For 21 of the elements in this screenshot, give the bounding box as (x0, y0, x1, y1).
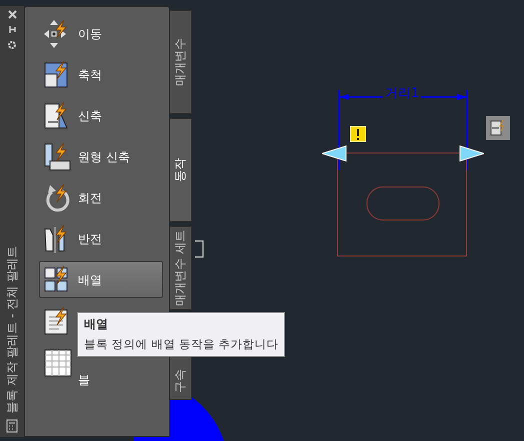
item-label: 이동 (78, 26, 102, 40)
tooltip-title: 배열 (84, 316, 109, 333)
item-label: 축척 (78, 68, 102, 82)
palette-tab[interactable]: 매개변수 (170, 10, 192, 114)
palette-item[interactable]: 배열 (39, 261, 163, 298)
item-label: 반전 (78, 232, 102, 246)
item-label: 회전 (78, 190, 102, 204)
item-label: 블 (78, 373, 90, 387)
palette-title: 블록 제작 팔레트 - 전체 팔레트 (4, 246, 20, 413)
item-label: 원형 신축 (78, 150, 130, 164)
item-label: 신축 (78, 108, 102, 122)
palette-item[interactable]: 축척 (39, 56, 163, 93)
palette-item[interactable]: 회전 (39, 179, 163, 216)
palette-item[interactable]: 신축 (39, 97, 163, 134)
palette-tab[interactable]: 매개변수 세트 (170, 226, 192, 310)
dimension-label: 거리1 (383, 84, 422, 102)
palette-tab[interactable]: 동작 (170, 118, 192, 222)
palette-item[interactable]: 이동 (39, 15, 163, 52)
palette-item[interactable]: 원형 신축 (39, 138, 163, 175)
item-label: 배열 (78, 272, 102, 286)
palette-item[interactable]: 반전 (39, 220, 163, 257)
